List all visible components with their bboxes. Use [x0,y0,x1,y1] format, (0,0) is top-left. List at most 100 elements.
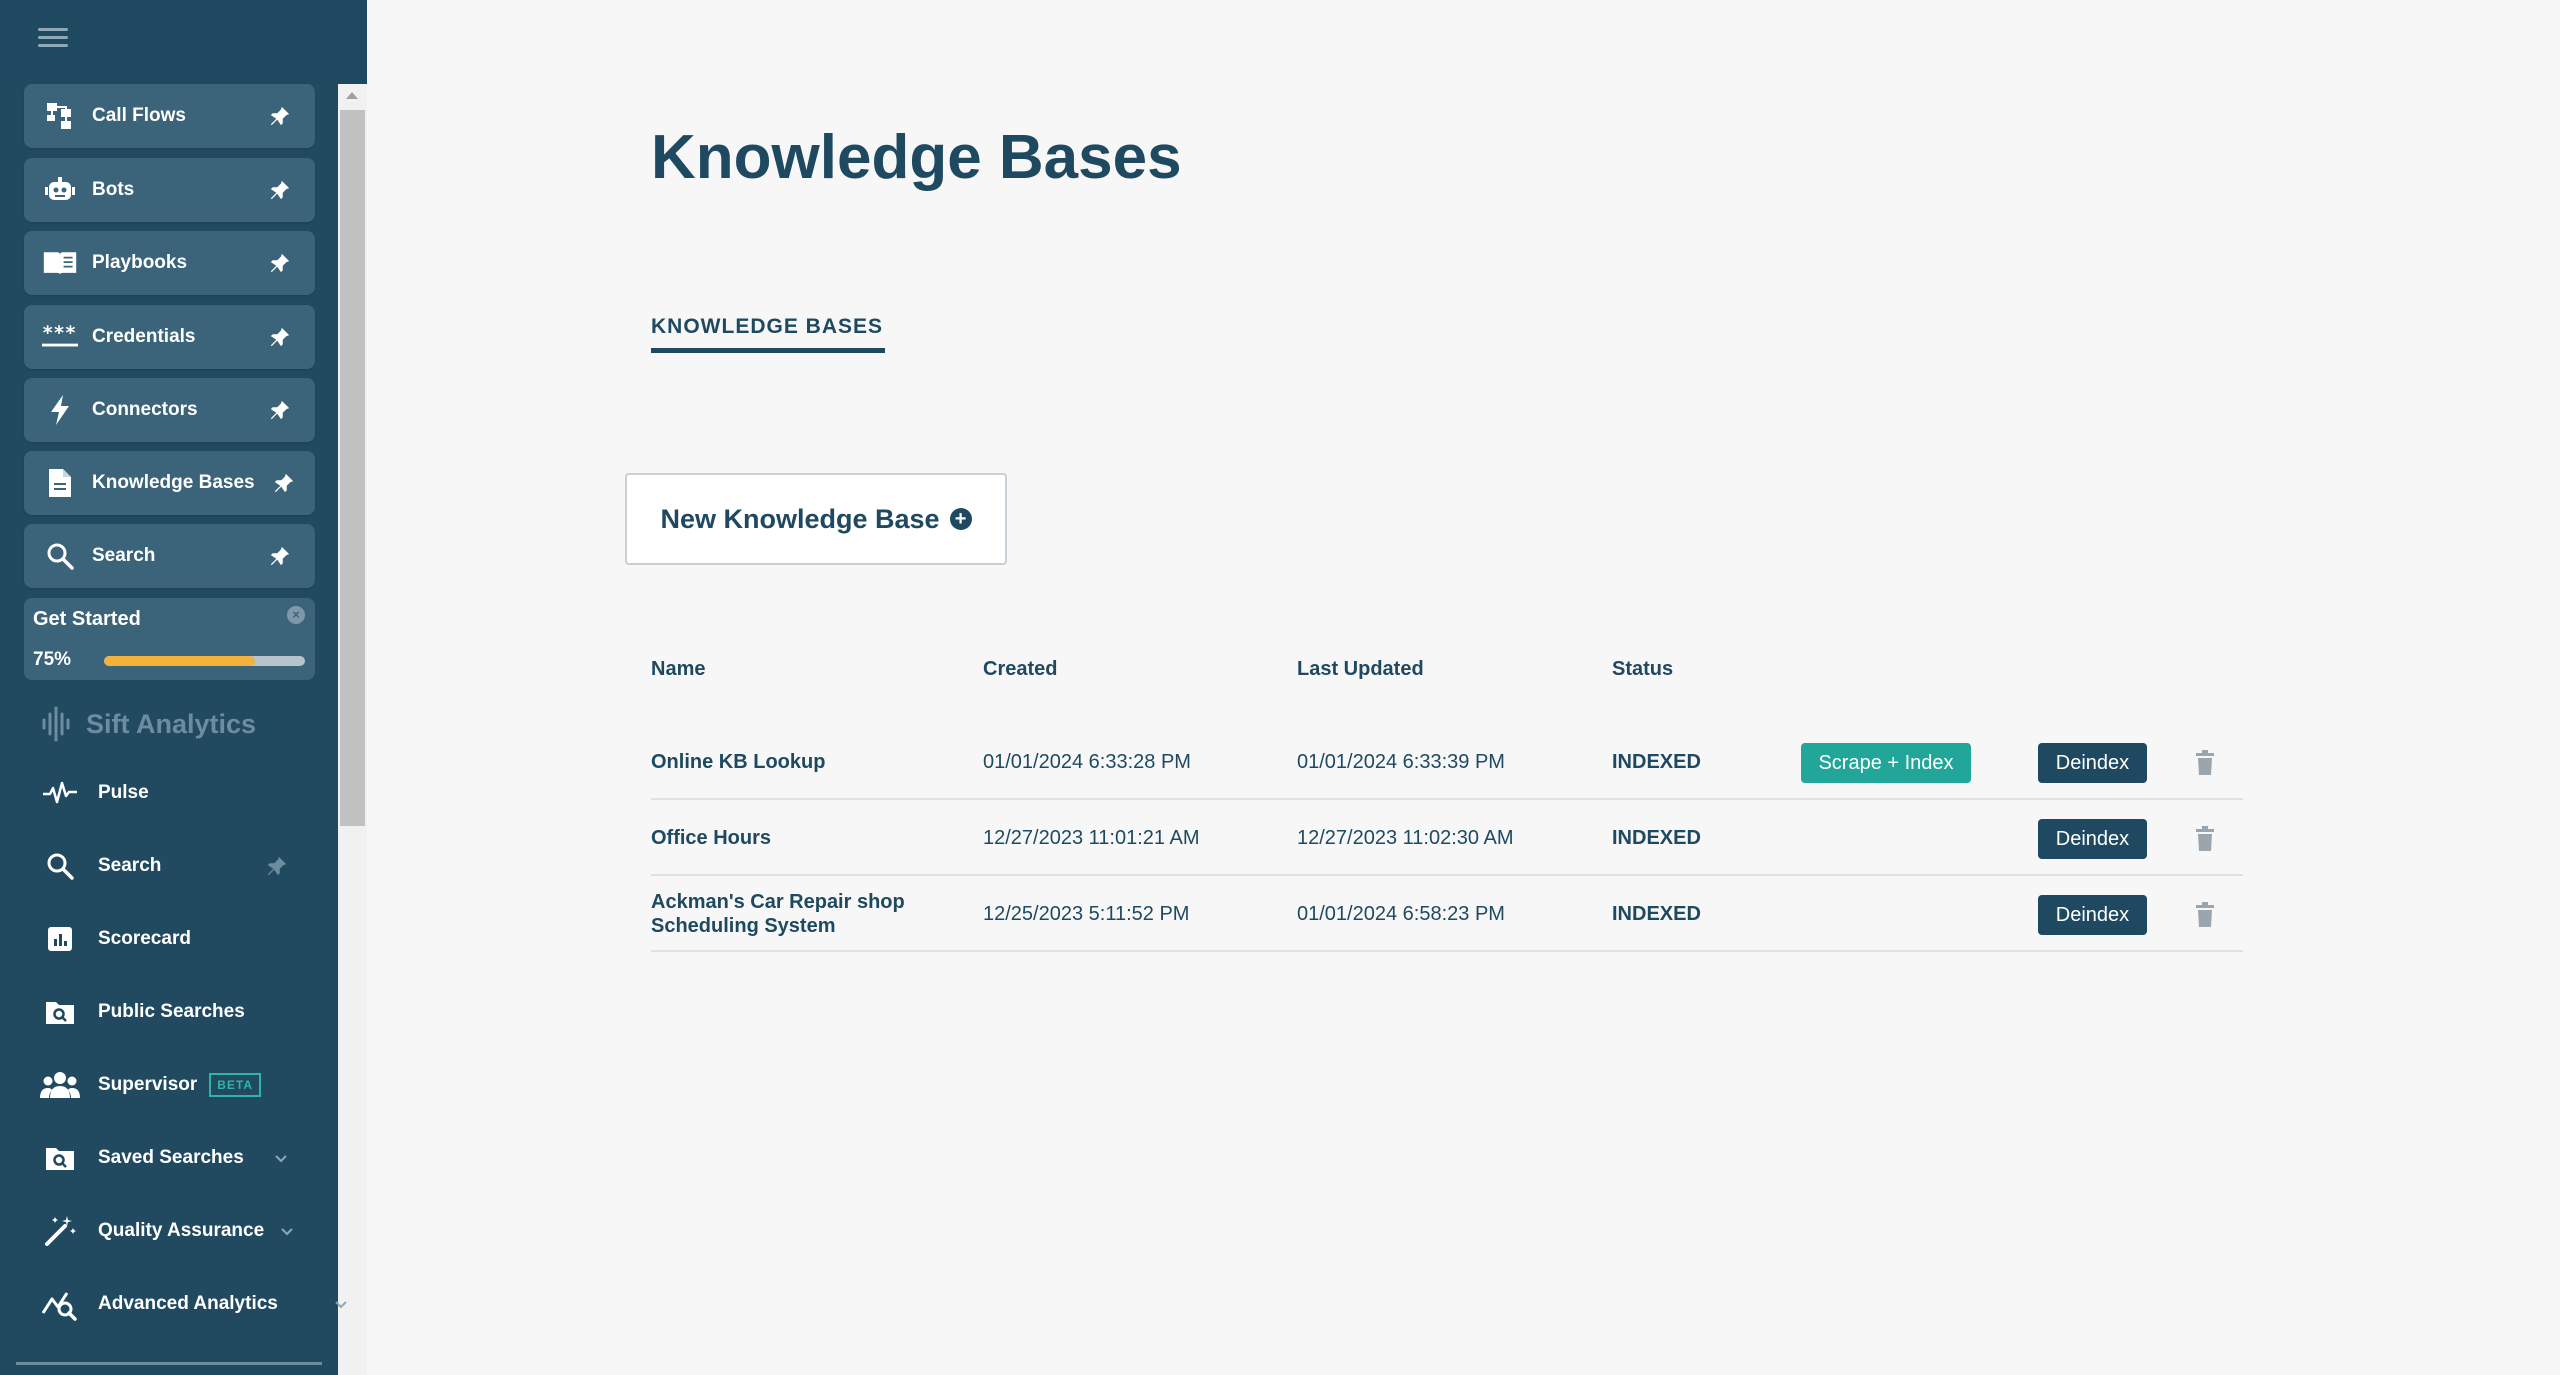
close-icon[interactable]: × [287,606,305,624]
sidebar-item-bots[interactable]: Bots [24,158,315,222]
sidebar-item-quality-assurance[interactable]: Quality Assurance [40,1206,330,1256]
sidebar-item-label: Credentials [92,326,196,347]
sidebar-item-public-searches[interactable]: Public Searches [40,987,330,1037]
trash-icon[interactable] [2194,826,2216,852]
deindex-button[interactable]: Deindex [2038,743,2147,783]
kb-status: INDEXED [1612,750,1701,773]
sidebar-item-saved-searches[interactable]: Saved Searches [40,1133,330,1183]
deindex-button[interactable]: Deindex [2038,819,2147,859]
bot-icon [42,172,78,208]
kb-status: INDEXED [1612,902,1701,925]
scroll-up-arrow-icon[interactable] [346,92,358,99]
sidebar-item-advanced-analytics[interactable]: Advanced Analytics [40,1279,347,1329]
scorecard-icon [40,919,80,959]
get-started-progress-bar [104,656,305,666]
sidebar-item-label: Advanced Analytics [98,1293,278,1314]
tab-active-indicator [651,348,885,353]
table-row: Ackman's Car Repair shop Scheduling Syst… [651,876,2243,952]
trash-icon[interactable] [2194,902,2216,928]
get-started-card[interactable]: Get Started × 75% [24,598,315,680]
scrape-index-button[interactable]: Scrape + Index [1801,743,1971,783]
column-header-last-updated: Last Updated [1297,658,1424,680]
chevron-down-icon[interactable] [280,1224,294,1238]
sidebar-item-pulse[interactable]: Pulse [40,768,330,818]
scrollbar-thumb[interactable] [340,110,365,826]
column-header-status: Status [1612,658,1674,680]
progress-fill [104,656,255,666]
kb-created: 12/25/2023 5:11:52 PM [983,902,1190,925]
table-row: Online KB Lookup 01/01/2024 6:33:28 PM 0… [651,724,2243,800]
sidebar-item-knowledge-bases[interactable]: Knowledge Bases [24,451,315,515]
get-started-percent: 75% [33,649,72,670]
pin-icon[interactable] [267,103,293,129]
pulse-icon [40,773,80,813]
sidebar-item-search-pinned[interactable]: Search [24,524,315,588]
pin-icon[interactable] [266,855,288,877]
menu-icon[interactable] [38,28,68,52]
sidebar-item-label: Search [98,855,162,876]
sidebar-item-connectors[interactable]: Connectors [24,378,315,442]
trash-icon[interactable] [2194,750,2216,776]
pin-icon[interactable] [267,324,293,350]
sidebar-item-label: Search [92,545,156,566]
sidebar: Call Flows Bots Playbooks *** Credential… [0,0,367,1375]
sidebar-item-label: Bots [92,179,135,200]
sidebar-item-search[interactable]: Search [40,841,330,891]
sidebar-item-label: Knowledge Bases [92,472,255,493]
beta-badge: BETA [209,1073,262,1097]
search-icon [42,538,78,574]
new-knowledge-base-button[interactable]: New Knowledge Base + [625,473,1007,565]
chart-search-icon [40,1284,80,1324]
kb-updated: 01/01/2024 6:58:23 PM [1297,902,1505,925]
get-started-title: Get Started [33,608,141,630]
lightning-icon [42,392,78,428]
sidebar-item-label: Call Flows [92,105,186,126]
pin-icon[interactable] [267,250,293,276]
kb-updated: 01/01/2024 6:33:39 PM [1297,750,1505,773]
sidebar-item-call-flows[interactable]: Call Flows [24,84,315,148]
sidebar-item-label: Connectors [92,399,198,420]
folder-search-icon [40,992,80,1032]
sidebar-item-label: Scorecard [98,928,191,949]
search-icon [40,846,80,886]
sidebar-item-label: Public Searches [98,1001,245,1022]
kb-status: INDEXED [1612,826,1701,849]
sidebar-item-supervisor[interactable]: Supervisor BETA [40,1060,330,1110]
section-title: Sift Analytics [86,708,257,739]
plus-circle-icon: + [949,508,972,530]
sidebar-item-label: Playbooks [92,252,188,273]
kb-name[interactable]: Ackman's Car Repair shop Scheduling Syst… [651,876,941,952]
sidebar-scrollbar[interactable] [338,84,367,1375]
sidebar-item-playbooks[interactable]: Playbooks [24,231,315,295]
sidebar-item-label: Pulse [98,782,149,803]
sidebar-item-credentials[interactable]: *** Credentials [24,305,315,369]
sidebar-item-label: Supervisor [98,1074,198,1095]
table-row: Office Hours 12/27/2023 11:01:21 AM 12/2… [651,800,2243,876]
column-header-created: Created [983,658,1058,680]
sidebar-item-scorecard[interactable]: Scorecard [40,914,330,964]
sidebar-item-label: Quality Assurance [98,1220,265,1241]
sidebar-divider [16,1362,322,1365]
svg-text:***: *** [42,325,76,344]
kb-updated: 12/27/2023 11:02:30 AM [1297,826,1514,849]
pin-icon[interactable] [267,397,293,423]
column-header-name: Name [651,658,706,680]
page-title: Knowledge Bases [651,123,1182,192]
new-knowledge-base-label: New Knowledge Base [660,503,940,534]
call-flows-icon [42,98,78,134]
sift-analytics-heading: Sift Analytics [40,706,256,742]
kb-created: 12/27/2023 11:01:21 AM [983,826,1200,849]
deindex-button[interactable]: Deindex [2038,895,2147,935]
magic-wand-icon [40,1211,80,1251]
kb-name[interactable]: Office Hours [651,800,961,876]
tab-knowledge-bases[interactable]: KNOWLEDGE BASES [651,315,883,339]
asterisks-icon: *** [42,319,78,355]
kb-name[interactable]: Online KB Lookup [651,724,961,800]
chevron-down-icon[interactable] [334,1297,348,1311]
sound-wave-icon [42,706,70,742]
pin-icon[interactable] [267,177,293,203]
book-icon [42,245,78,281]
pin-icon[interactable] [267,543,293,569]
pin-icon[interactable] [271,470,297,496]
chevron-down-icon[interactable] [274,1151,288,1165]
